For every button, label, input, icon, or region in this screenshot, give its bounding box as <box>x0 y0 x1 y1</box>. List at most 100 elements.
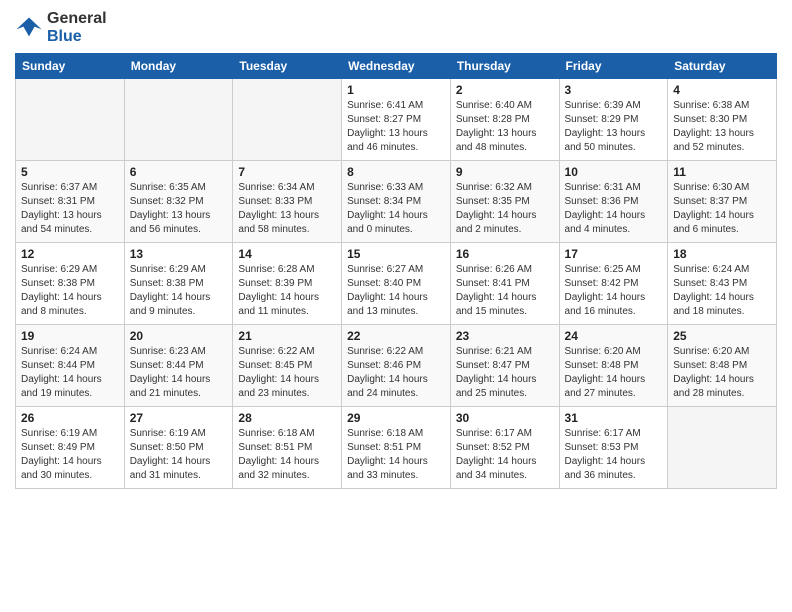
day-number: 27 <box>130 411 228 425</box>
day-number: 11 <box>673 165 771 179</box>
day-info: Sunrise: 6:31 AM Sunset: 8:36 PM Dayligh… <box>565 181 663 237</box>
day-info: Sunrise: 6:22 AM Sunset: 8:45 PM Dayligh… <box>238 345 336 401</box>
day-info: Sunrise: 6:17 AM Sunset: 8:52 PM Dayligh… <box>456 427 554 483</box>
day-number: 24 <box>565 329 663 343</box>
calendar-day-cell: 24 Sunrise: 6:20 AM Sunset: 8:48 PM Dayli… <box>559 325 668 407</box>
calendar-day-cell: 11 Sunrise: 6:30 AM Sunset: 8:37 PM Dayli… <box>668 161 777 243</box>
calendar-day-cell: 17 Sunrise: 6:25 AM Sunset: 8:42 PM Dayli… <box>559 243 668 325</box>
day-info: Sunrise: 6:32 AM Sunset: 8:35 PM Dayligh… <box>456 181 554 237</box>
calendar-week-row: 1 Sunrise: 6:41 AM Sunset: 8:27 PM Daylig… <box>16 79 777 161</box>
weekday-header-friday: Friday <box>559 54 668 79</box>
day-info: Sunrise: 6:19 AM Sunset: 8:49 PM Dayligh… <box>21 427 119 483</box>
day-number: 29 <box>347 411 445 425</box>
calendar-day-cell: 2 Sunrise: 6:40 AM Sunset: 8:28 PM Daylig… <box>450 79 559 161</box>
day-info: Sunrise: 6:34 AM Sunset: 8:33 PM Dayligh… <box>238 181 336 237</box>
day-number: 25 <box>673 329 771 343</box>
calendar-day-cell: 13 Sunrise: 6:29 AM Sunset: 8:38 PM Dayli… <box>124 243 233 325</box>
calendar-day-cell: 6Sunrise: 6:35 AM Sunset: 8:32 PM Daylig… <box>124 161 233 243</box>
calendar-week-row: 12 Sunrise: 6:29 AM Sunset: 8:38 PM Dayli… <box>16 243 777 325</box>
header: General Blue <box>15 10 777 45</box>
day-number: 18 <box>673 247 771 261</box>
day-info: Sunrise: 6:24 AM Sunset: 8:43 PM Dayligh… <box>673 263 771 319</box>
calendar-day-cell: 3 Sunrise: 6:39 AM Sunset: 8:29 PM Daylig… <box>559 79 668 161</box>
day-info: Sunrise: 6:20 AM Sunset: 8:48 PM Dayligh… <box>673 345 771 401</box>
day-info: Sunrise: 6:39 AM Sunset: 8:29 PM Dayligh… <box>565 99 663 155</box>
day-number: 15 <box>347 247 445 261</box>
day-number: 4 <box>673 83 771 97</box>
day-info: Sunrise: 6:19 AM Sunset: 8:50 PM Dayligh… <box>130 427 228 483</box>
day-number: 3 <box>565 83 663 97</box>
day-number: 10 <box>565 165 663 179</box>
day-number: 31 <box>565 411 663 425</box>
calendar-day-cell: 20 Sunrise: 6:23 AM Sunset: 8:44 PM Dayli… <box>124 325 233 407</box>
calendar-day-cell: 29 Sunrise: 6:18 AM Sunset: 8:51 PM Dayli… <box>342 407 451 489</box>
weekday-header-sunday: Sunday <box>16 54 125 79</box>
day-info: Sunrise: 6:29 AM Sunset: 8:38 PM Dayligh… <box>21 263 119 319</box>
calendar-day-cell: 8 Sunrise: 6:33 AM Sunset: 8:34 PM Daylig… <box>342 161 451 243</box>
logo-icon <box>15 14 43 42</box>
day-number: 1 <box>347 83 445 97</box>
day-number: 19 <box>21 329 119 343</box>
day-info: Sunrise: 6:18 AM Sunset: 8:51 PM Dayligh… <box>238 427 336 483</box>
day-info: Sunrise: 6:29 AM Sunset: 8:38 PM Dayligh… <box>130 263 228 319</box>
day-info: Sunrise: 6:17 AM Sunset: 8:53 PM Dayligh… <box>565 427 663 483</box>
day-number: 2 <box>456 83 554 97</box>
day-number: 13 <box>130 247 228 261</box>
weekday-header-wednesday: Wednesday <box>342 54 451 79</box>
day-number: 5 <box>21 165 119 179</box>
calendar-day-cell: 30 Sunrise: 6:17 AM Sunset: 8:52 PM Dayli… <box>450 407 559 489</box>
day-info: Sunrise: 6:27 AM Sunset: 8:40 PM Dayligh… <box>347 263 445 319</box>
day-number: 26 <box>21 411 119 425</box>
calendar-day-cell: 9 Sunrise: 6:32 AM Sunset: 8:35 PM Daylig… <box>450 161 559 243</box>
day-number: 22 <box>347 329 445 343</box>
calendar-day-cell: 27 Sunrise: 6:19 AM Sunset: 8:50 PM Dayli… <box>124 407 233 489</box>
calendar-day-cell <box>233 79 342 161</box>
calendar-day-cell <box>124 79 233 161</box>
calendar-day-cell: 26 Sunrise: 6:19 AM Sunset: 8:49 PM Dayli… <box>16 407 125 489</box>
day-info: Sunrise: 6:18 AM Sunset: 8:51 PM Dayligh… <box>347 427 445 483</box>
calendar-day-cell <box>16 79 125 161</box>
day-info: Sunrise: 6:21 AM Sunset: 8:47 PM Dayligh… <box>456 345 554 401</box>
calendar-day-cell: 28 Sunrise: 6:18 AM Sunset: 8:51 PM Dayli… <box>233 407 342 489</box>
logo-text: General Blue <box>47 10 107 45</box>
calendar-week-row: 19Sunrise: 6:24 AM Sunset: 8:44 PM Dayli… <box>16 325 777 407</box>
day-number: 17 <box>565 247 663 261</box>
day-number: 14 <box>238 247 336 261</box>
day-number: 9 <box>456 165 554 179</box>
calendar-day-cell: 4Sunrise: 6:38 AM Sunset: 8:30 PM Daylig… <box>668 79 777 161</box>
day-info: Sunrise: 6:25 AM Sunset: 8:42 PM Dayligh… <box>565 263 663 319</box>
day-number: 23 <box>456 329 554 343</box>
day-info: Sunrise: 6:37 AM Sunset: 8:31 PM Dayligh… <box>21 181 119 237</box>
calendar-day-cell: 7 Sunrise: 6:34 AM Sunset: 8:33 PM Daylig… <box>233 161 342 243</box>
calendar-day-cell: 23 Sunrise: 6:21 AM Sunset: 8:47 PM Dayli… <box>450 325 559 407</box>
calendar-day-cell: 21Sunrise: 6:22 AM Sunset: 8:45 PM Dayli… <box>233 325 342 407</box>
day-number: 8 <box>347 165 445 179</box>
day-info: Sunrise: 6:20 AM Sunset: 8:48 PM Dayligh… <box>565 345 663 401</box>
calendar-day-cell: 25 Sunrise: 6:20 AM Sunset: 8:48 PM Dayli… <box>668 325 777 407</box>
page: General Blue SundayMondayTuesdayWednesda… <box>0 0 792 612</box>
calendar-day-cell: 12 Sunrise: 6:29 AM Sunset: 8:38 PM Dayli… <box>16 243 125 325</box>
calendar-week-row: 5 Sunrise: 6:37 AM Sunset: 8:31 PM Daylig… <box>16 161 777 243</box>
day-number: 12 <box>21 247 119 261</box>
weekday-header-monday: Monday <box>124 54 233 79</box>
day-info: Sunrise: 6:22 AM Sunset: 8:46 PM Dayligh… <box>347 345 445 401</box>
calendar-day-cell: 19Sunrise: 6:24 AM Sunset: 8:44 PM Dayli… <box>16 325 125 407</box>
calendar-day-cell: 1 Sunrise: 6:41 AM Sunset: 8:27 PM Daylig… <box>342 79 451 161</box>
day-number: 28 <box>238 411 336 425</box>
day-info: Sunrise: 6:23 AM Sunset: 8:44 PM Dayligh… <box>130 345 228 401</box>
weekday-header-tuesday: Tuesday <box>233 54 342 79</box>
day-info: Sunrise: 6:41 AM Sunset: 8:27 PM Dayligh… <box>347 99 445 155</box>
day-info: Sunrise: 6:30 AM Sunset: 8:37 PM Dayligh… <box>673 181 771 237</box>
calendar-day-cell: 18 Sunrise: 6:24 AM Sunset: 8:43 PM Dayli… <box>668 243 777 325</box>
day-number: 20 <box>130 329 228 343</box>
day-info: Sunrise: 6:26 AM Sunset: 8:41 PM Dayligh… <box>456 263 554 319</box>
day-number: 6 <box>130 165 228 179</box>
calendar-day-cell: 31 Sunrise: 6:17 AM Sunset: 8:53 PM Dayli… <box>559 407 668 489</box>
calendar-table: SundayMondayTuesdayWednesdayThursdayFrid… <box>15 53 777 489</box>
logo: General Blue <box>15 10 107 45</box>
day-info: Sunrise: 6:33 AM Sunset: 8:34 PM Dayligh… <box>347 181 445 237</box>
day-number: 7 <box>238 165 336 179</box>
calendar-day-cell: 14Sunrise: 6:28 AM Sunset: 8:39 PM Dayli… <box>233 243 342 325</box>
day-info: Sunrise: 6:40 AM Sunset: 8:28 PM Dayligh… <box>456 99 554 155</box>
day-number: 30 <box>456 411 554 425</box>
